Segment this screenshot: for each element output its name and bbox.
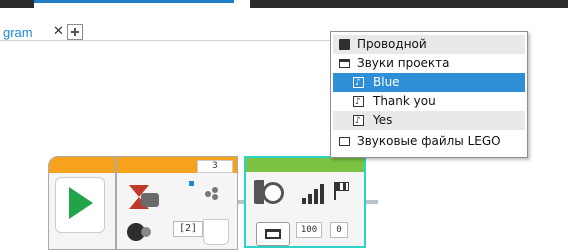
start-block-header — [49, 157, 115, 173]
menu-item-wired[interactable]: Проводной — [333, 35, 525, 54]
tab-divider — [0, 40, 330, 41]
file-select-button[interactable] — [256, 222, 290, 246]
compare-mode-icon — [205, 187, 219, 200]
sound-block[interactable]: 100 0 — [244, 156, 366, 248]
tab-program-label: gram — [3, 25, 33, 40]
play-type-flag-icon — [334, 182, 350, 200]
mode-selector-dot — [141, 227, 151, 237]
block-icon — [339, 39, 350, 50]
port-selector[interactable]: [2] — [173, 221, 203, 237]
port-indicator-icon — [189, 181, 194, 186]
volume-icon — [302, 184, 326, 204]
menu-item-project-sounds[interactable]: Звуки проекта — [333, 54, 525, 73]
window-tab-strip — [0, 0, 568, 8]
close-icon[interactable]: ✕ — [53, 24, 64, 40]
sound-file-icon — [353, 93, 364, 112]
sound-file-icon — [353, 112, 364, 131]
window-tab-dark-right[interactable] — [250, 0, 568, 8]
start-block[interactable] — [48, 156, 116, 250]
sound-file-menu: Проводной Звуки проекта Blue Thank you Y… — [330, 31, 528, 158]
menu-item-blue[interactable]: Blue — [333, 73, 525, 93]
menu-item-lego-sounds[interactable]: Звуковые файлы LEGO — [333, 132, 525, 151]
menu-item-label: Yes — [373, 113, 393, 127]
menu-item-label: Звуки проекта — [357, 56, 450, 70]
sound-block-header — [246, 158, 364, 172]
menu-item-yes[interactable]: Yes — [333, 111, 525, 131]
play-type-input[interactable]: 0 — [330, 222, 348, 238]
menu-item-label: Звуковые файлы LEGO — [357, 134, 501, 148]
folder-open-icon — [339, 59, 350, 68]
sound-file-icon — [353, 74, 364, 93]
menu-item-label: Blue — [373, 75, 400, 89]
play-icon[interactable] — [69, 187, 93, 219]
volume-input[interactable]: 100 — [296, 222, 322, 238]
menu-item-label: Thank you — [373, 94, 436, 108]
add-tab-button[interactable] — [67, 24, 83, 40]
speaker-icon — [262, 182, 284, 204]
folder-icon — [265, 229, 281, 239]
sensor-icon — [141, 193, 159, 207]
wait-count-badge: 3 — [197, 160, 233, 173]
wait-block[interactable]: 3 [2] — [116, 156, 238, 250]
data-wire-plug[interactable] — [203, 219, 229, 245]
window-tab-dark-left[interactable] — [0, 0, 34, 8]
window-tab-active-indicator — [34, 0, 234, 3]
folder-icon — [339, 137, 350, 146]
menu-item-label: Проводной — [357, 37, 427, 51]
menu-item-thank-you[interactable]: Thank you — [333, 92, 525, 112]
